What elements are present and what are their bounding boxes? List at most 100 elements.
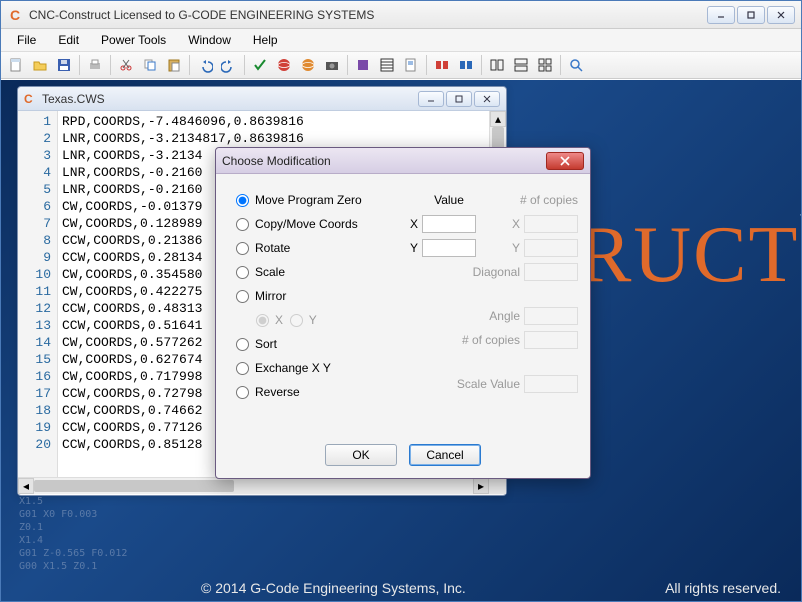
dialog-titlebar[interactable]: Choose Modification bbox=[216, 148, 590, 174]
menu-power-tools[interactable]: Power Tools bbox=[91, 31, 176, 49]
radio-input[interactable] bbox=[236, 338, 249, 351]
y2-label: Y bbox=[480, 241, 520, 255]
save-icon[interactable] bbox=[53, 54, 75, 76]
copy-icon[interactable] bbox=[139, 54, 161, 76]
layout3-icon[interactable] bbox=[534, 54, 556, 76]
undo-icon[interactable] bbox=[194, 54, 216, 76]
globe-orange-icon[interactable] bbox=[297, 54, 319, 76]
close-button[interactable] bbox=[767, 6, 795, 24]
open-folder-icon[interactable] bbox=[29, 54, 51, 76]
menu-file[interactable]: File bbox=[7, 31, 46, 49]
x-label: X bbox=[410, 217, 418, 231]
scroll-up-icon[interactable]: ▴ bbox=[490, 111, 506, 127]
angle-label: Angle bbox=[420, 309, 520, 323]
radio-mirror[interactable]: Mirror bbox=[236, 284, 396, 308]
app-title: CNC-Construct Licensed to G-CODE ENGINEE… bbox=[29, 8, 707, 22]
menu-edit[interactable]: Edit bbox=[48, 31, 89, 49]
scroll-right-icon[interactable]: ▸ bbox=[473, 478, 489, 494]
toolbar-separator bbox=[110, 55, 111, 75]
minimize-button[interactable] bbox=[707, 6, 735, 24]
print-icon[interactable] bbox=[84, 54, 106, 76]
copies2-label: # of copies bbox=[420, 333, 520, 347]
dialog-title: Choose Modification bbox=[222, 154, 546, 168]
purple-box-icon[interactable] bbox=[352, 54, 374, 76]
document-titlebar[interactable]: C Texas.CWS bbox=[18, 87, 506, 111]
scroll-corner bbox=[489, 478, 506, 494]
cancel-button[interactable]: Cancel bbox=[409, 444, 481, 466]
document-title: Texas.CWS bbox=[42, 92, 418, 106]
scale-value-input bbox=[524, 375, 578, 393]
toolbar-separator bbox=[79, 55, 80, 75]
y-input[interactable] bbox=[422, 239, 476, 257]
radio-mirror-y bbox=[290, 314, 303, 327]
radio-move-program-zero[interactable]: Move Program Zero bbox=[236, 188, 396, 212]
doc-maximize-button[interactable] bbox=[446, 91, 472, 107]
scroll-left-icon[interactable]: ◂ bbox=[18, 478, 34, 494]
modification-radio-group: Move Program Zero Copy/Move Coords Rotat… bbox=[236, 188, 396, 404]
blue-group-icon[interactable] bbox=[455, 54, 477, 76]
radio-mirror-x bbox=[256, 314, 269, 327]
toolbar-separator bbox=[560, 55, 561, 75]
scale-value-label: Scale Value bbox=[420, 377, 520, 391]
redo-icon[interactable] bbox=[218, 54, 240, 76]
camera-icon[interactable] bbox=[321, 54, 343, 76]
rights-text: All rights reserved. bbox=[665, 580, 781, 596]
radio-input[interactable] bbox=[236, 290, 249, 303]
doc-close-button[interactable] bbox=[474, 91, 500, 107]
diagonal-label: Diagonal bbox=[420, 265, 520, 279]
copies2-input bbox=[524, 331, 578, 349]
maximize-button[interactable] bbox=[737, 6, 765, 24]
menu-help[interactable]: Help bbox=[243, 31, 288, 49]
ok-button[interactable]: OK bbox=[325, 444, 397, 466]
check-icon[interactable] bbox=[249, 54, 271, 76]
window-controls bbox=[707, 6, 795, 24]
radio-input[interactable] bbox=[236, 242, 249, 255]
paste-icon[interactable] bbox=[163, 54, 185, 76]
toolbar-separator bbox=[481, 55, 482, 75]
radio-input[interactable] bbox=[236, 266, 249, 279]
scroll-thumb[interactable] bbox=[34, 480, 234, 492]
angle-input bbox=[524, 307, 578, 325]
layout1-icon[interactable] bbox=[486, 54, 508, 76]
toolbar-separator bbox=[426, 55, 427, 75]
document-window-controls bbox=[418, 91, 500, 107]
x-copies-input bbox=[524, 215, 578, 233]
menubar: File Edit Power Tools Window Help bbox=[1, 29, 801, 51]
x2-label: X bbox=[480, 217, 520, 231]
dialog-buttons: OK Cancel bbox=[216, 444, 590, 466]
cut-icon[interactable] bbox=[115, 54, 137, 76]
radio-copy-move-coords[interactable]: Copy/Move Coords bbox=[236, 212, 396, 236]
radio-input[interactable] bbox=[236, 218, 249, 231]
radio-input[interactable] bbox=[236, 386, 249, 399]
radio-mirror-axis: X Y bbox=[256, 308, 396, 332]
dialog-fields: Value # of copies X X Y Y Diagonal bbox=[402, 188, 578, 396]
search-icon[interactable] bbox=[565, 54, 587, 76]
copyright-text: © 2014 G-Code Engineering Systems, Inc. bbox=[201, 580, 466, 596]
x-input[interactable] bbox=[422, 215, 476, 233]
value-header: Value bbox=[414, 193, 484, 207]
radio-reverse[interactable]: Reverse bbox=[236, 380, 396, 404]
red-group-icon[interactable] bbox=[431, 54, 453, 76]
layout2-icon[interactable] bbox=[510, 54, 532, 76]
y-copies-input bbox=[524, 239, 578, 257]
document-icon: C bbox=[24, 92, 38, 106]
radio-input[interactable] bbox=[236, 194, 249, 207]
radio-input[interactable] bbox=[236, 362, 249, 375]
menu-window[interactable]: Window bbox=[178, 31, 241, 49]
stripe-icon[interactable] bbox=[376, 54, 398, 76]
page-icon[interactable] bbox=[400, 54, 422, 76]
diagonal-input bbox=[524, 263, 578, 281]
copies-header: # of copies bbox=[488, 193, 578, 207]
toolbar bbox=[1, 51, 801, 79]
dialog-close-button[interactable] bbox=[546, 152, 584, 170]
new-file-icon[interactable] bbox=[5, 54, 27, 76]
y-label: Y bbox=[410, 241, 418, 255]
radio-sort[interactable]: Sort bbox=[236, 332, 396, 356]
radio-scale[interactable]: Scale bbox=[236, 260, 396, 284]
toolbar-separator bbox=[189, 55, 190, 75]
doc-minimize-button[interactable] bbox=[418, 91, 444, 107]
radio-exchange-xy[interactable]: Exchange X Y bbox=[236, 356, 396, 380]
horizontal-scrollbar[interactable]: ◂ ▸ bbox=[18, 477, 506, 494]
globe-red-icon[interactable] bbox=[273, 54, 295, 76]
radio-rotate[interactable]: Rotate bbox=[236, 236, 396, 260]
